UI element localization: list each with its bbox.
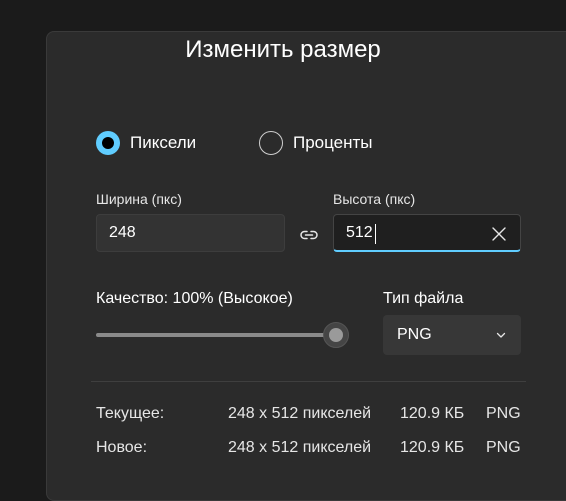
radio-pixels-indicator[interactable]: [96, 131, 120, 155]
new-label: Новое:: [96, 439, 148, 456]
height-label: Высота (пкс): [333, 191, 416, 207]
clear-height-button[interactable]: [485, 220, 513, 248]
quality-slider-thumb[interactable]: [323, 322, 349, 348]
dialog-title: Изменить размер: [185, 36, 381, 63]
text-caret: [375, 224, 376, 244]
radio-percent-indicator[interactable]: [259, 131, 283, 155]
radio-pixels-label: Пиксели: [130, 133, 197, 152]
current-format: PNG: [486, 405, 521, 422]
link-icon[interactable]: [299, 225, 319, 245]
quality-label: Качество: 100% (Высокое): [96, 290, 293, 307]
current-size: 120.9 КБ: [400, 405, 465, 422]
divider: [91, 381, 526, 382]
filetype-dropdown[interactable]: PNG: [383, 315, 521, 355]
resize-dialog: [46, 31, 566, 501]
chevron-down-icon: [496, 332, 506, 338]
radio-percent[interactable]: Проценты: [259, 131, 373, 155]
new-dimensions: 248 x 512 пикселей: [228, 439, 372, 456]
quality-slider-track[interactable]: [96, 333, 336, 337]
filetype-label: Тип файла: [383, 290, 464, 307]
radio-pixels[interactable]: Пиксели: [96, 131, 196, 155]
width-input[interactable]: [96, 214, 285, 252]
current-dimensions: 248 x 512 пикселей: [228, 405, 372, 422]
radio-percent-label: Проценты: [293, 133, 373, 152]
new-size: 120.9 КБ: [400, 439, 465, 456]
new-format: PNG: [486, 439, 521, 456]
current-label: Текущее:: [96, 405, 165, 422]
close-icon: [492, 227, 506, 241]
width-label: Ширина (пкс): [96, 191, 182, 207]
filetype-selected: PNG: [397, 326, 432, 343]
